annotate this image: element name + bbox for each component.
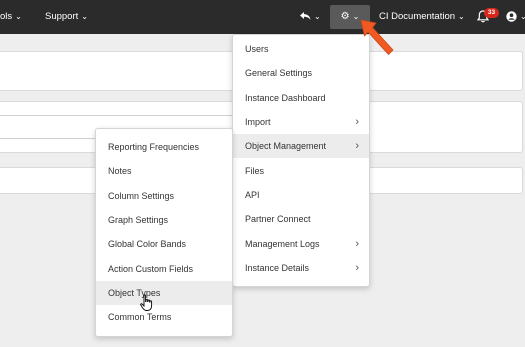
tools-menu-label: ols <box>0 11 13 22</box>
submenu-item-global-color-bands[interactable]: Global Color Bands <box>96 232 232 256</box>
submenu-item-label: Action Custom Fields <box>108 264 194 274</box>
notification-count-badge: 33 <box>484 8 499 18</box>
menu-item-instance-details[interactable]: Instance Details › <box>233 256 369 280</box>
chevron-down-icon: ⌄ <box>81 12 88 21</box>
submenu-item-reporting-frequencies[interactable]: Reporting Frequencies <box>96 135 232 159</box>
top-navigation-bar: ols ⌄ Support ⌄ ⌄ ⚙ ⌄ CI Documentation ⌄ 33 … <box>0 0 525 34</box>
submenu-item-label: Graph Settings <box>108 215 169 225</box>
submenu-item-column-settings[interactable]: Column Settings <box>96 184 232 208</box>
chevron-right-icon: › <box>355 140 359 152</box>
gear-icon: ⚙ <box>340 11 350 22</box>
user-icon <box>506 11 517 22</box>
menu-item-instance-dashboard[interactable]: Instance Dashboard <box>233 86 369 110</box>
menu-item-object-management[interactable]: Object Management › <box>233 134 369 158</box>
chevron-right-icon: › <box>355 116 359 128</box>
menu-item-partner-connect[interactable]: Partner Connect <box>233 207 369 231</box>
menu-item-management-logs[interactable]: Management Logs › <box>233 232 369 256</box>
submenu-item-label: Common Terms <box>108 312 172 322</box>
menu-item-label: Instance Dashboard <box>245 93 326 103</box>
submenu-item-graph-settings[interactable]: Graph Settings <box>96 208 232 232</box>
menu-item-label: API <box>245 190 260 200</box>
user-menu[interactable]: ⌄ <box>506 0 525 34</box>
submenu-item-label: Column Settings <box>108 191 175 201</box>
settings-dropdown-menu: Users General Settings Instance Dashboar… <box>232 34 370 287</box>
menu-item-label: Users <box>245 44 269 54</box>
menu-item-general-settings[interactable]: General Settings <box>233 61 369 85</box>
submenu-item-label: Reporting Frequencies <box>108 142 200 152</box>
submenu-item-label: Global Color Bands <box>108 239 187 249</box>
menu-item-label: Instance Details <box>245 263 310 273</box>
submenu-item-action-custom-fields[interactable]: Action Custom Fields <box>96 257 232 281</box>
menu-item-label: Files <box>245 166 265 176</box>
tools-menu[interactable]: ols ⌄ <box>0 0 22 34</box>
support-menu[interactable]: Support ⌄ <box>45 0 88 34</box>
pointer-hand-icon <box>140 294 153 311</box>
chevron-right-icon: › <box>355 262 359 274</box>
chevron-down-icon: ⌄ <box>520 12 525 21</box>
callout-arrow <box>360 19 394 55</box>
object-management-submenu: Reporting Frequencies Notes Column Setti… <box>95 128 233 337</box>
menu-item-files[interactable]: Files <box>233 159 369 183</box>
menu-item-users[interactable]: Users <box>233 37 369 61</box>
submenu-item-notes[interactable]: Notes <box>96 159 232 183</box>
submenu-item-label: Notes <box>108 166 132 176</box>
submenu-item-common-terms[interactable]: Common Terms <box>96 305 232 329</box>
menu-item-label: Import <box>245 117 271 127</box>
undo-menu[interactable]: ⌄ <box>300 0 321 34</box>
menu-item-label: General Settings <box>245 68 313 78</box>
menu-item-label: Partner Connect <box>245 214 311 224</box>
submenu-item-object-types[interactable]: Object Types <box>96 281 232 305</box>
menu-item-import[interactable]: Import › <box>233 110 369 134</box>
support-menu-label: Support <box>45 11 79 22</box>
chevron-down-icon: ⌄ <box>314 12 321 21</box>
chevron-down-icon: ⌄ <box>458 12 465 21</box>
menu-item-api[interactable]: API <box>233 183 369 207</box>
menu-item-label: Management Logs <box>245 239 320 249</box>
menu-item-label: Object Management <box>245 141 327 151</box>
chevron-down-icon: ⌄ <box>15 12 22 21</box>
chevron-right-icon: › <box>355 238 359 250</box>
undo-icon <box>300 12 311 21</box>
